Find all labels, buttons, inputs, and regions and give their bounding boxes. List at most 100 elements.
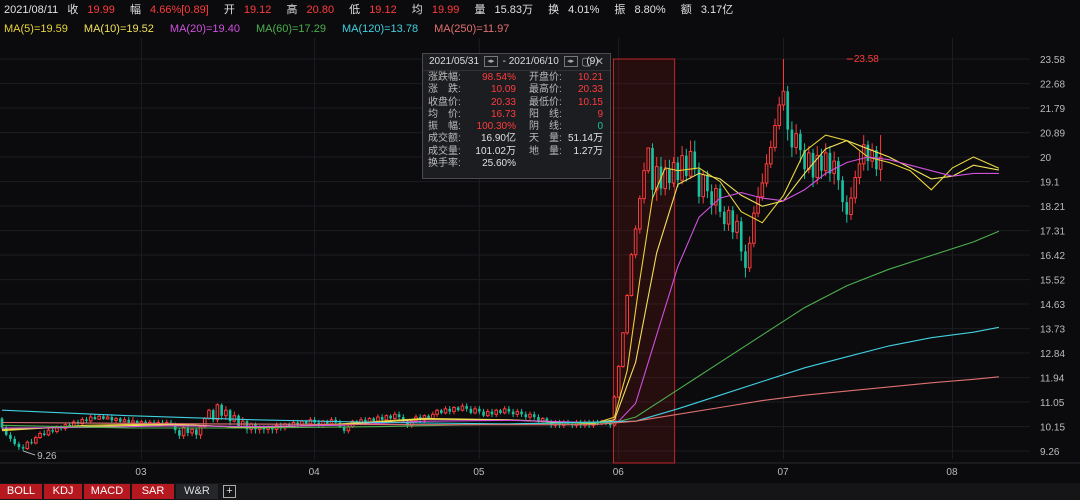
tab-kdj[interactable]: KDJ <box>44 484 82 499</box>
candle-body <box>384 415 389 421</box>
candle-body <box>731 210 735 233</box>
tooltip-value: 101.02万 <box>475 145 516 157</box>
tooltip-value: 51.14万 <box>567 133 603 145</box>
candle-body <box>397 414 401 418</box>
candle-body <box>744 251 747 268</box>
candle-body <box>490 411 494 415</box>
candle-body <box>680 155 684 181</box>
candle-body <box>841 180 844 203</box>
add-tab-icon[interactable]: + <box>223 485 236 498</box>
tooltip-label: 收盘价: <box>428 96 461 108</box>
candle-body <box>207 409 211 419</box>
indicator-tabs: BOLL KDJ MACD SAR W&R + <box>0 483 1080 500</box>
close-icon[interactable]: ✕ <box>595 56 604 68</box>
ma-legend-item: MA(10)=19.52 <box>83 23 154 35</box>
candle-body <box>469 408 473 413</box>
candle-body <box>460 405 465 411</box>
candle-body <box>494 409 499 415</box>
candle-body <box>380 417 384 420</box>
candle-body <box>389 415 392 419</box>
tab-macd[interactable]: MACD <box>84 484 130 499</box>
candle-body <box>178 430 181 436</box>
y-tick-label: 15.52 <box>1040 276 1065 287</box>
x-tick-label: 08 <box>946 467 958 478</box>
y-tick-label: 19.1 <box>1040 178 1060 189</box>
range-end-arrows-icon[interactable]: ◂▸ <box>563 55 578 67</box>
max-price-label: 23.58 <box>854 54 879 65</box>
tooltip-row: 振 幅: 100.30% 阴 线: 0 <box>423 121 610 133</box>
range-start-arrows-icon[interactable]: ◂▸ <box>483 55 498 67</box>
ma-legend-item: MA(20)=19.40 <box>169 23 240 35</box>
candle-body <box>42 433 46 435</box>
candle-body <box>723 211 726 225</box>
candle-body <box>30 442 33 444</box>
range-stats-tooltip: 2021/05/31 ◂▸ - 2021/06/10 ◂▸ (9) ▢ ✕ 涨跌… <box>422 53 611 179</box>
y-tick-label: 20 <box>1040 153 1052 164</box>
candle-body <box>17 443 21 448</box>
window-icon[interactable]: ▢ <box>581 56 591 68</box>
candle-body <box>676 162 680 181</box>
candle-body <box>478 408 481 412</box>
candle-body <box>832 160 836 174</box>
candle-body <box>764 163 769 184</box>
candle-body <box>232 415 237 422</box>
tab-boll[interactable]: BOLL <box>0 484 42 499</box>
candle-body <box>33 437 38 444</box>
candle-body <box>706 174 709 192</box>
ma-legend-item: MA(5)=19.59 <box>4 23 68 35</box>
volume-value: 15.83万 <box>494 4 534 16</box>
open-label: 开 <box>223 4 235 16</box>
candle-body <box>612 396 617 426</box>
candle-body <box>110 417 114 421</box>
candle-body <box>857 163 862 179</box>
candle-body <box>443 408 448 414</box>
candle-body <box>621 332 625 367</box>
candle-body <box>638 198 642 230</box>
candle-body <box>131 420 135 424</box>
candle-body <box>452 406 456 413</box>
candle-body <box>629 254 634 297</box>
candle-body <box>794 133 798 148</box>
candle-body <box>688 151 693 177</box>
range-end: 2021/06/10 <box>508 56 559 67</box>
close-label: 收 <box>67 4 79 16</box>
candle-body <box>485 411 490 417</box>
candle-body <box>642 170 646 200</box>
y-tick-label: 14.63 <box>1040 300 1065 311</box>
candle-body <box>820 155 823 171</box>
turnover-value: 4.01% <box>568 4 600 16</box>
candle-body <box>768 146 773 165</box>
tooltip-value: 100.30% <box>476 121 516 133</box>
tooltip-row: 涨 跌: 10.09 最高价: 20.33 <box>423 84 610 96</box>
candle-body <box>668 169 671 184</box>
change-label: 幅 <box>129 4 141 16</box>
candle-body <box>376 416 380 422</box>
candle-body <box>21 447 25 449</box>
candle-body <box>760 182 765 198</box>
candle-body <box>372 418 376 422</box>
x-tick-label: 06 <box>613 467 625 478</box>
candle-body <box>9 434 12 439</box>
low-label: 低 <box>349 4 361 16</box>
candle-body <box>739 221 743 252</box>
candle-body <box>105 416 110 420</box>
candle-body <box>507 408 511 412</box>
ma-legend-item: MA(60)=17.29 <box>255 23 326 35</box>
tab-wr[interactable]: W&R <box>176 484 218 499</box>
y-tick-label: 21.79 <box>1040 104 1065 115</box>
candle-body <box>625 295 629 334</box>
tooltip-label: 成交量: <box>428 145 461 157</box>
low-value: 19.12 <box>369 4 397 16</box>
candle-body <box>735 220 739 233</box>
tooltip-row: 换手率: 25.60% <box>423 158 610 170</box>
turnover-label: 换 <box>548 4 560 16</box>
candle-body <box>194 429 198 435</box>
candle-body <box>799 133 802 151</box>
candle-body <box>102 416 105 419</box>
high-label: 高 <box>286 4 298 16</box>
candle-body <box>237 415 240 427</box>
tab-sar[interactable]: SAR <box>132 484 174 499</box>
tooltip-value: 10.09 <box>490 84 516 96</box>
tooltip-label: 振 幅: <box>428 121 461 133</box>
y-tick-label: 20.89 <box>1040 129 1065 140</box>
